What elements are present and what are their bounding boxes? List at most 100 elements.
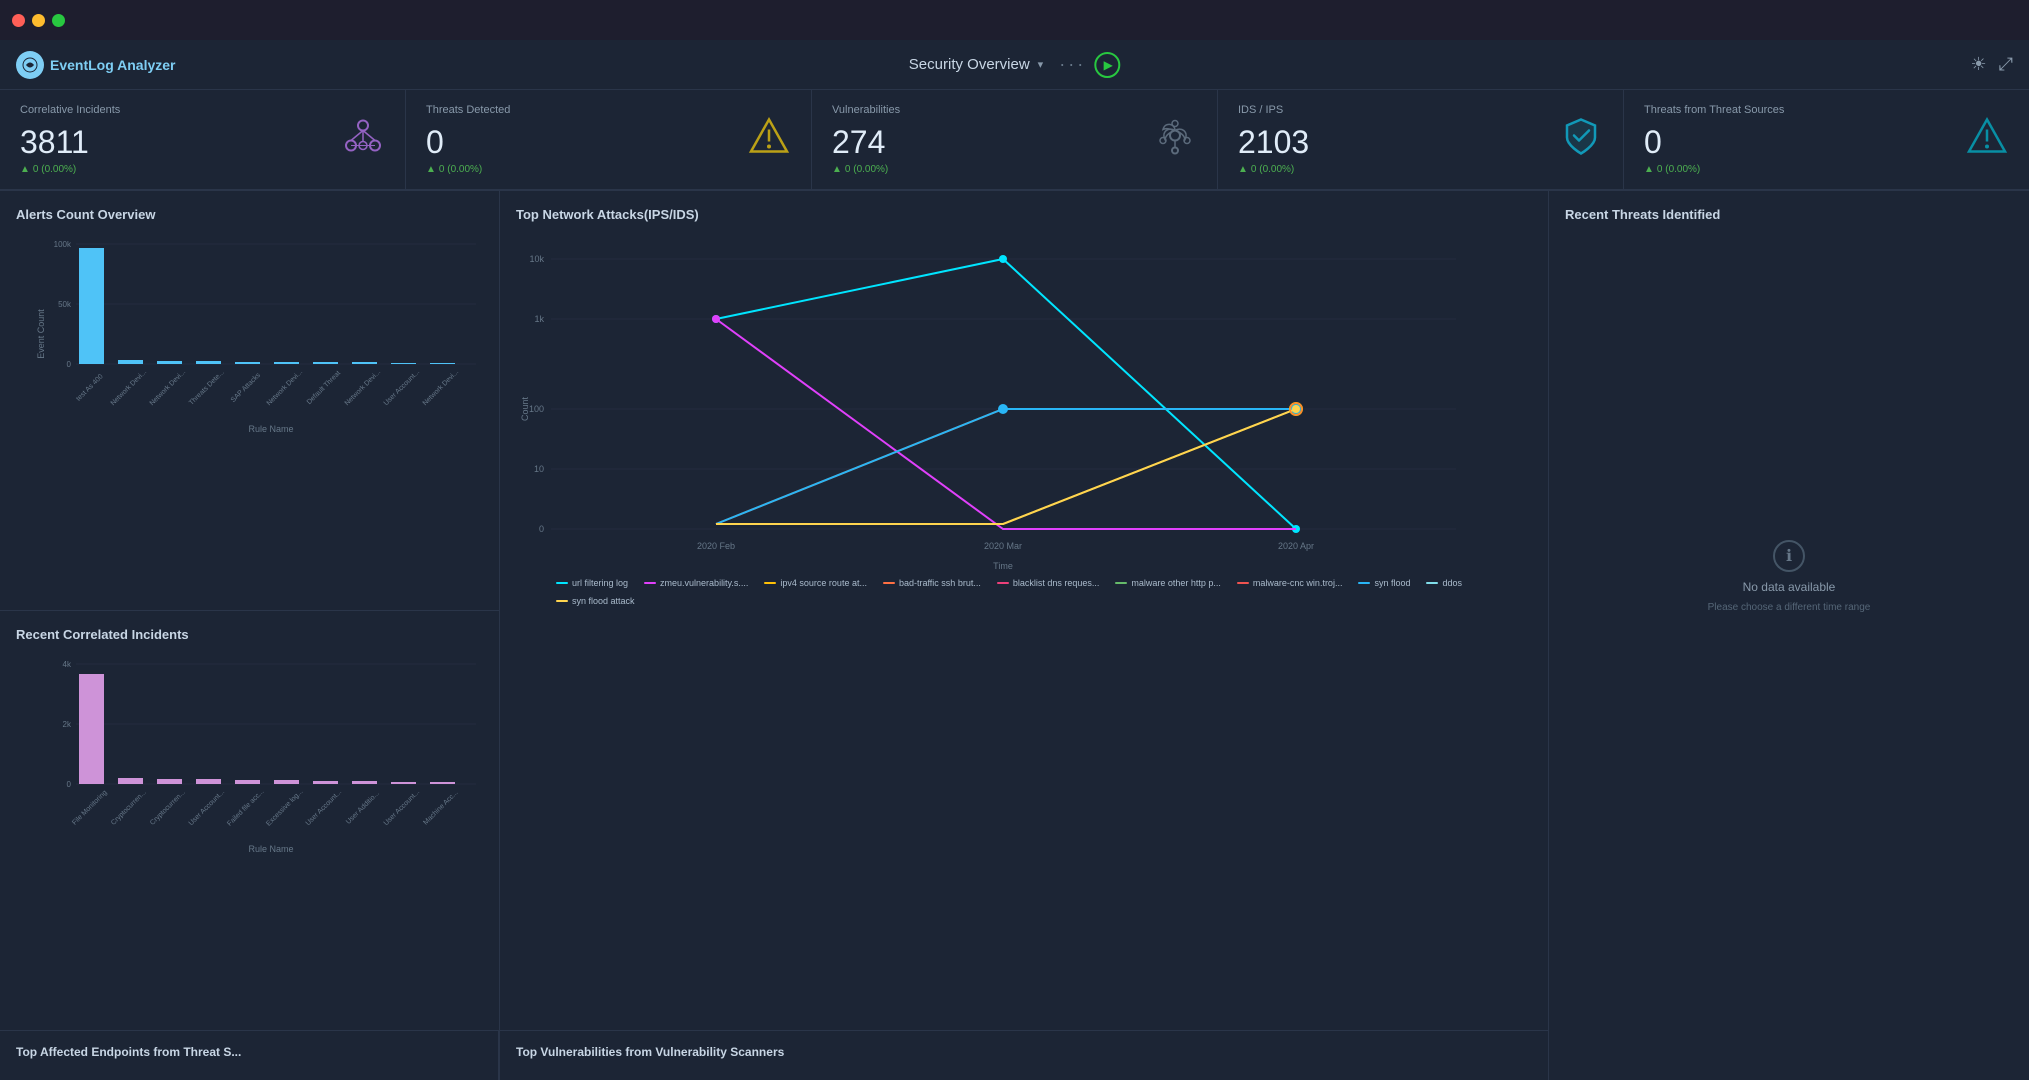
svg-text:SAP Attacks: SAP Attacks <box>230 372 262 404</box>
warning-outline-icon <box>1965 113 2009 166</box>
network-attacks-svg: 10k 1k 100 10 0 2020 Feb 2020 Mar 2020 A… <box>516 234 1486 574</box>
legend-syn-flood-attack: syn flood attack <box>556 596 635 606</box>
svg-text:0: 0 <box>67 780 72 789</box>
alerts-chart-svg: 100k 50k 0 test As 400 Netwo <box>46 234 486 434</box>
svg-text:User Account...: User Account... <box>188 789 227 828</box>
network-attacks-panel: Top Network Attacks(IPS/IDS) 10k 1k 100 … <box>500 191 1548 1030</box>
stat-label-threats: Threats Detected <box>426 104 791 116</box>
svg-text:0: 0 <box>67 360 72 369</box>
stat-threats-sources[interactable]: Threats from Threat Sources 0 ▲ 0 (0.00%… <box>1624 90 2029 189</box>
svg-text:test As 400: test As 400 <box>75 373 105 403</box>
svg-text:Network Devi...: Network Devi... <box>344 369 383 408</box>
svg-text:2k: 2k <box>63 720 72 729</box>
svg-text:Network Devi...: Network Devi... <box>266 369 305 408</box>
svg-text:1k: 1k <box>534 314 544 324</box>
svg-text:Failed file acc...: Failed file acc... <box>226 788 265 827</box>
svg-text:2020 Feb: 2020 Feb <box>697 541 735 551</box>
no-data-sub-text: Please choose a different time range <box>1708 602 1871 613</box>
correlated-chart-svg: 4k 2k 0 File Monitoring Cryp <box>46 654 486 854</box>
close-button[interactable] <box>12 14 25 27</box>
svg-text:Time: Time <box>993 561 1013 571</box>
network-attacks-legend: url filtering log zmeu.vulnerability.s..… <box>516 578 1532 606</box>
stat-value-threats-src: 0 <box>1644 126 2009 158</box>
stat-value-correlative: 3811 <box>20 126 385 158</box>
biohazard-icon <box>1153 113 1197 166</box>
network-icon <box>341 113 385 166</box>
stat-threats-detected[interactable]: Threats Detected 0 ▲ 0 (0.00%) <box>406 90 812 189</box>
svg-text:Cryptocurren...: Cryptocurren... <box>110 789 148 827</box>
recent-correlated-title: Recent Correlated Incidents <box>16 627 483 642</box>
minimize-button[interactable] <box>32 14 45 27</box>
svg-text:Excessive log...: Excessive log... <box>265 788 304 827</box>
expand-icon[interactable]: ⤢ <box>1999 54 2013 75</box>
stat-correlative-incidents[interactable]: Correlative Incidents 3811 ▲ 0 (0.00%) <box>0 90 406 189</box>
warning-icon <box>747 113 791 166</box>
svg-text:Rule Name: Rule Name <box>248 844 293 854</box>
theme-toggle-icon[interactable]: ☀ <box>1970 54 1986 75</box>
svg-text:Rule Name: Rule Name <box>248 424 293 434</box>
svg-text:User Account...: User Account... <box>383 369 422 408</box>
legend-blacklist-dns: blacklist dns reques... <box>997 578 1100 588</box>
center-title-area: Security Overview ▾ ··· ▶ <box>909 52 1120 78</box>
alerts-chart-container: Event Count 100k 50k 0 <box>16 234 483 434</box>
menu-right: ☀ ⤢ <box>1970 54 2013 75</box>
legend-malware-http: malware other http p... <box>1115 578 1221 588</box>
dashboard-title[interactable]: Security Overview <box>909 56 1030 73</box>
stat-value-vuln: 274 <box>832 126 1197 158</box>
traffic-lights <box>12 14 65 27</box>
app-name: EventLog Analyzer <box>50 57 176 73</box>
svg-text:Machine Acc...: Machine Acc... <box>422 789 459 826</box>
app-logo: EventLog Analyzer <box>16 51 176 79</box>
legend-ddos: ddos <box>1426 578 1462 588</box>
left-panel: Alerts Count Overview Event Count 100k 5… <box>0 191 500 1080</box>
svg-text:10k: 10k <box>529 254 544 264</box>
network-attacks-chart: 10k 1k 100 10 0 2020 Feb 2020 Mar 2020 A… <box>516 234 1532 574</box>
stat-value-threats: 0 <box>426 126 791 158</box>
svg-text:4k: 4k <box>63 660 72 669</box>
svg-text:File Monitoring: File Monitoring <box>71 789 108 826</box>
legend-bad-traffic: bad-traffic ssh brut... <box>883 578 981 588</box>
stat-change-threats-src: ▲ 0 (0.00%) <box>1644 164 2009 175</box>
maximize-button[interactable] <box>52 14 65 27</box>
recent-threats-panel: Recent Threats Identified ℹ No data avai… <box>1549 191 2029 1080</box>
right-panel: Recent Threats Identified ℹ No data avai… <box>1549 191 2029 1080</box>
svg-text:Network Devi...: Network Devi... <box>110 369 149 408</box>
stat-ids-ips[interactable]: IDS / IPS 2103 ▲ 0 (0.00%) <box>1218 90 1624 189</box>
svg-text:Threats Dete...: Threats Dete... <box>188 369 226 407</box>
stat-change-correlative: ▲ 0 (0.00%) <box>20 164 385 175</box>
svg-text:Default Threat: Default Threat <box>306 370 342 406</box>
stat-change-vuln: ▲ 0 (0.00%) <box>832 164 1197 175</box>
title-dropdown-icon[interactable]: ▾ <box>1038 58 1044 71</box>
stat-vulnerabilities[interactable]: Vulnerabilities 274 ▲ 0 (0.00%) <box>812 90 1218 189</box>
svg-text:0: 0 <box>539 524 544 534</box>
stat-change-ids: ▲ 0 (0.00%) <box>1238 164 1603 175</box>
alerts-count-title: Alerts Count Overview <box>16 207 483 222</box>
legend-syn-flood: syn flood <box>1358 578 1410 588</box>
stat-label-vuln: Vulnerabilities <box>832 104 1197 116</box>
svg-text:Network Devi...: Network Devi... <box>422 369 461 408</box>
no-data-text: No data available <box>1743 580 1836 594</box>
menu-bar: EventLog Analyzer Security Overview ▾ ··… <box>0 40 2029 90</box>
alerts-count-panel: Alerts Count Overview Event Count 100k 5… <box>0 191 499 611</box>
svg-text:10: 10 <box>534 464 544 474</box>
svg-text:2020 Mar: 2020 Mar <box>984 541 1022 551</box>
center-panel: Top Network Attacks(IPS/IDS) 10k 1k 100 … <box>500 191 1549 1080</box>
main-content: Alerts Count Overview Event Count 100k 5… <box>0 190 2029 1080</box>
legend-malware-cnc: malware-cnc win.troj... <box>1237 578 1343 588</box>
svg-text:100: 100 <box>529 404 544 414</box>
stat-label-threats-src: Threats from Threat Sources <box>1644 104 2009 116</box>
svg-text:Network Devi...: Network Devi... <box>149 369 188 408</box>
menu-dots: ··· <box>1059 54 1086 75</box>
svg-text:50k: 50k <box>58 300 72 309</box>
svg-text:2020 Apr: 2020 Apr <box>1278 541 1314 551</box>
legend-url-filtering: url filtering log <box>556 578 628 588</box>
play-button[interactable]: ▶ <box>1094 52 1120 78</box>
svg-text:User Account...: User Account... <box>383 789 422 828</box>
network-attacks-title: Top Network Attacks(IPS/IDS) <box>516 207 1532 222</box>
stat-label-correlative: Correlative Incidents <box>20 104 385 116</box>
legend-ipv4: ipv4 source route at... <box>764 578 867 588</box>
shield-icon <box>1559 113 1603 166</box>
top-affected-endpoints-label: Top Affected Endpoints from Threat S... <box>0 1030 499 1080</box>
info-icon: ℹ <box>1773 540 1805 572</box>
svg-text:User Additio...: User Additio... <box>345 790 381 826</box>
